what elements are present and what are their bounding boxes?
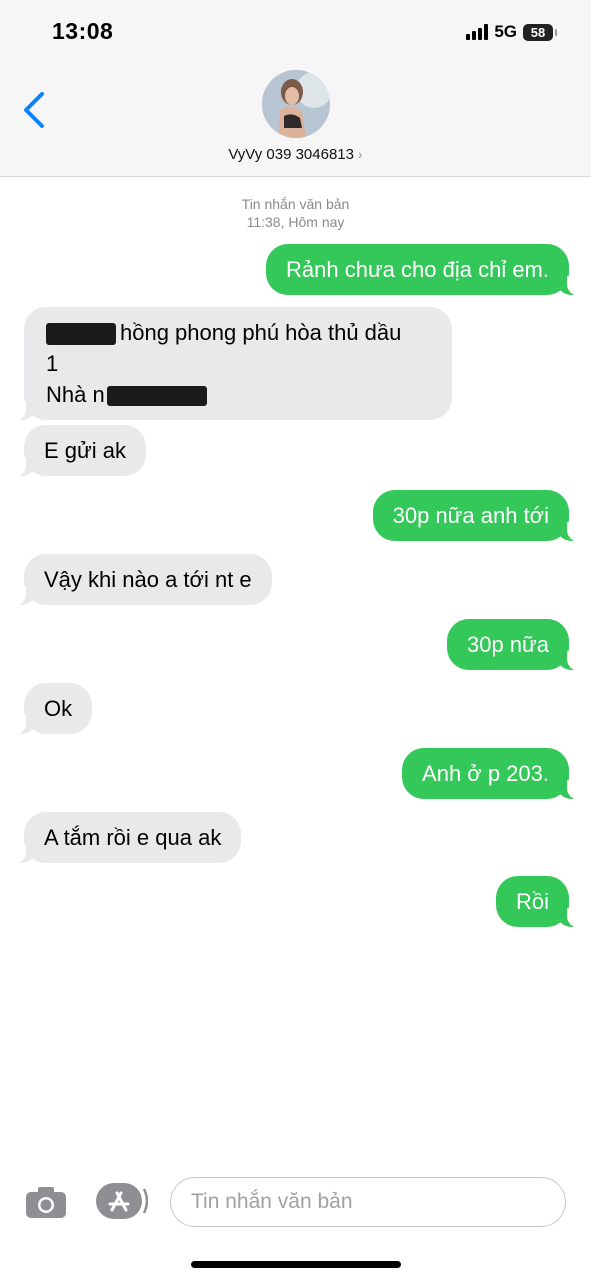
camera-icon bbox=[26, 1187, 66, 1218]
chevron-right-icon: › bbox=[357, 146, 363, 162]
contact-avatar[interactable] bbox=[262, 70, 330, 138]
message-bubble-outgoing[interactable]: Rảnh chưa cho địa chỉ em. bbox=[266, 244, 581, 296]
message-text-line: hồng phong phú hòa thủ dầu bbox=[120, 320, 402, 345]
message-text: 30p nữa bbox=[466, 632, 549, 657]
message-text: Vậy khi nào a tới nt e bbox=[44, 567, 252, 592]
message-type-label: Tin nhắn văn bản bbox=[241, 196, 350, 212]
message-text: E gửi ak bbox=[44, 438, 126, 463]
home-indicator bbox=[191, 1261, 401, 1268]
contact-name: VyVy 039 3046813 bbox=[228, 146, 354, 163]
message-input[interactable]: Tin nhắn văn bản bbox=[170, 1177, 566, 1227]
status-indicators: 5G 58 bbox=[466, 22, 557, 42]
camera-button[interactable] bbox=[24, 1185, 68, 1219]
message-bubble-incoming[interactable]: Vậy khi nào a tới nt e bbox=[12, 554, 272, 606]
status-bar: 13:08 5G 58 bbox=[0, 0, 591, 62]
message-text: Anh ở p 203. bbox=[422, 761, 549, 786]
redaction-mark bbox=[46, 323, 116, 346]
message-bubble-outgoing[interactable]: 30p nữa anh tới bbox=[372, 490, 582, 542]
message-text-line: Nhà n bbox=[46, 382, 105, 407]
redaction-mark bbox=[106, 386, 207, 407]
message-bubble-incoming[interactable]: E gửi ak bbox=[12, 425, 146, 477]
app-store-icon bbox=[96, 1183, 149, 1219]
status-time: 13:08 bbox=[52, 18, 114, 44]
message-text: Ok bbox=[44, 696, 73, 721]
message-bubble-outgoing[interactable]: Anh ở p 203. bbox=[402, 748, 581, 800]
message-timestamp: 11:38, Hôm nay bbox=[246, 214, 345, 230]
apps-button[interactable] bbox=[96, 1183, 149, 1219]
message-input-bar: Tin nhắn văn bản bbox=[0, 1168, 591, 1238]
message-text: Rồi bbox=[515, 889, 549, 914]
message-bubble-incoming[interactable]: A tắm rồi e qua ak bbox=[11, 812, 242, 864]
conversation-header: VyVy 039 3046813 › bbox=[0, 62, 591, 177]
message-bubble-incoming[interactable]: Ok bbox=[11, 683, 93, 735]
message-text-line: 1 bbox=[46, 351, 59, 376]
message-bubble-outgoing[interactable]: Rồi bbox=[495, 876, 582, 928]
signal-icon bbox=[466, 24, 489, 40]
battery-icon: 58 bbox=[523, 23, 557, 41]
contact-name-row[interactable]: VyVy 039 3046813 › bbox=[0, 146, 591, 163]
message-text: A tắm rồi e qua ak bbox=[44, 825, 222, 850]
back-button[interactable] bbox=[18, 88, 54, 132]
avatar-image bbox=[262, 70, 330, 138]
network-label: 5G bbox=[494, 22, 517, 41]
message-bubble-incoming[interactable]: hồng phong phú hòa thủ dầu 1 Nhà n bbox=[12, 307, 452, 421]
message-text: 30p nữa anh tới bbox=[392, 503, 549, 528]
chevron-left-icon bbox=[24, 92, 44, 128]
message-text: Rảnh chưa cho địa chỉ em. bbox=[286, 257, 549, 282]
message-bubble-outgoing[interactable]: 30p nữa bbox=[446, 619, 582, 671]
